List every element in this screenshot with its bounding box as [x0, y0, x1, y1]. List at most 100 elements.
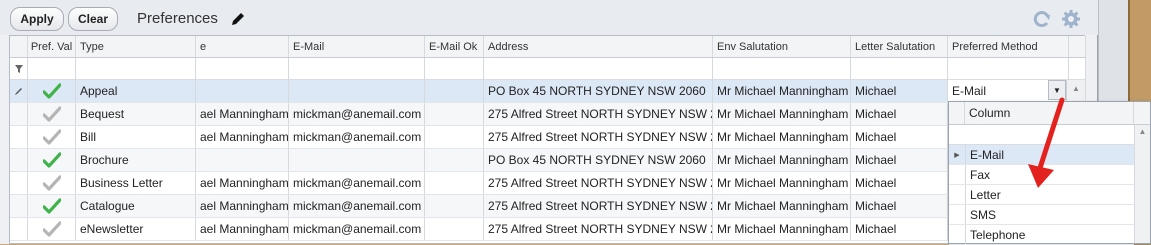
column-header-name[interactable]: e — [196, 36, 289, 57]
env-salutation-cell[interactable]: Mr Michael Manningham — [713, 103, 851, 125]
email-cell[interactable]: mickman@anemail.com — [289, 126, 425, 148]
pref-val-check-icon[interactable] — [28, 218, 76, 240]
row-indicator[interactable] — [10, 172, 28, 194]
column-header-address[interactable]: Address — [484, 36, 713, 57]
column-header-env-salutation[interactable]: Env Salutation — [713, 36, 851, 57]
email-ok-cell[interactable] — [425, 195, 484, 217]
column-header-pref-val[interactable]: Pref. Val — [28, 36, 76, 57]
type-cell[interactable]: Business Letter — [76, 172, 196, 194]
column-header-type[interactable]: Type — [76, 36, 196, 57]
email-cell[interactable] — [289, 149, 425, 171]
filter-cell[interactable] — [196, 58, 289, 79]
filter-cell[interactable] — [76, 58, 196, 79]
env-salutation-cell[interactable]: Mr Michael Manningham — [713, 80, 851, 102]
name-cell[interactable]: ael Manningham — [196, 126, 289, 148]
table-row[interactable]: eNewsletter ael Manningham mickman@anemail… — [10, 218, 1086, 241]
table-row[interactable]: Catalogue ael Manningham mickman@anemail.c… — [10, 195, 1086, 218]
dropdown-scrollbar[interactable]: ▲ — [1134, 125, 1150, 243]
email-ok-cell[interactable] — [425, 103, 484, 125]
type-cell[interactable]: Bequest — [76, 103, 196, 125]
row-indicator[interactable] — [10, 126, 28, 148]
apply-button[interactable]: Apply — [10, 7, 64, 31]
address-cell[interactable]: 275 Alfred Street NORTH SYDNEY NSW 2060 — [484, 218, 713, 240]
type-cell[interactable]: eNewsletter — [76, 218, 196, 240]
env-salutation-cell[interactable]: Mr Michael Manningham — [713, 172, 851, 194]
address-cell[interactable]: 275 Alfred Street NORTH SYDNEY NSW 2060 — [484, 172, 713, 194]
email-ok-cell[interactable] — [425, 80, 484, 102]
column-header-email-ok[interactable]: E-Mail Ok — [425, 36, 484, 57]
column-header-letter-salutation[interactable]: Letter Salutation — [851, 36, 948, 57]
letter-salutation-cell[interactable]: Michael — [851, 149, 948, 171]
filter-cell[interactable] — [425, 58, 484, 79]
filter-cell[interactable] — [484, 58, 713, 79]
email-ok-cell[interactable] — [425, 218, 484, 240]
email-cell[interactable]: mickman@anemail.com — [289, 195, 425, 217]
filter-cell[interactable] — [851, 58, 948, 79]
email-cell[interactable]: mickman@anemail.com — [289, 218, 425, 240]
type-cell[interactable]: Bill — [76, 126, 196, 148]
type-cell[interactable]: Brochure — [76, 149, 196, 171]
row-indicator[interactable] — [10, 103, 28, 125]
table-row[interactable]: Bill ael Manningham mickman@anemail.com 275… — [10, 126, 1086, 149]
pref-val-check-icon[interactable] — [28, 149, 76, 171]
dropdown-scroll-up-icon[interactable]: ▲ — [1135, 127, 1150, 136]
address-cell[interactable]: PO Box 45 NORTH SYDNEY NSW 2060 — [484, 149, 713, 171]
env-salutation-cell[interactable]: Mr Michael Manningham — [713, 218, 851, 240]
table-row[interactable]: Business Letter ael Manningham mickman@ane… — [10, 172, 1086, 195]
filter-cell[interactable] — [28, 58, 76, 79]
email-cell[interactable] — [289, 80, 425, 102]
name-cell[interactable] — [196, 80, 289, 102]
table-row[interactable]: Brochure PO Box 45 NORTH SYDNEY NSW 2060 M… — [10, 149, 1086, 172]
clear-button[interactable]: Clear — [68, 7, 118, 31]
name-cell[interactable]: ael Manningham — [196, 195, 289, 217]
pref-val-check-icon[interactable] — [28, 126, 76, 148]
pref-val-check-icon[interactable] — [28, 195, 76, 217]
pref-val-check-icon[interactable] — [28, 103, 76, 125]
env-salutation-cell[interactable]: Mr Michael Manningham — [713, 126, 851, 148]
gear-icon[interactable] — [1061, 9, 1081, 29]
table-row[interactable]: Appeal PO Box 45 NORTH SYDNEY NSW 2060 Mr … — [10, 80, 1086, 103]
refresh-icon[interactable] — [1032, 9, 1052, 29]
column-header-preferred-method[interactable]: Preferred Method — [948, 36, 1069, 57]
letter-salutation-cell[interactable]: Michael — [851, 218, 948, 240]
email-ok-cell[interactable] — [425, 172, 484, 194]
name-cell[interactable]: ael Manningham — [196, 218, 289, 240]
dropdown-option[interactable]: SMS — [949, 205, 1134, 225]
row-indicator[interactable] — [10, 195, 28, 217]
row-indicator[interactable] — [10, 149, 28, 171]
letter-salutation-cell[interactable]: Michael — [851, 172, 948, 194]
dropdown-option[interactable]: Telephone — [949, 225, 1134, 245]
letter-salutation-cell[interactable]: Michael — [851, 126, 948, 148]
address-cell[interactable]: 275 Alfred Street NORTH SYDNEY NSW 2060 — [484, 195, 713, 217]
name-cell[interactable]: ael Manningham — [196, 103, 289, 125]
email-ok-cell[interactable] — [425, 149, 484, 171]
filter-row[interactable] — [10, 58, 1086, 80]
row-indicator[interactable] — [10, 218, 28, 240]
type-cell[interactable]: Catalogue — [76, 195, 196, 217]
row-edit-indicator-icon[interactable] — [10, 80, 28, 102]
type-cell[interactable]: Appeal — [76, 80, 196, 102]
filter-cell[interactable] — [289, 58, 425, 79]
pref-val-check-icon[interactable] — [28, 172, 76, 194]
name-cell[interactable] — [196, 149, 289, 171]
email-cell[interactable]: mickman@anemail.com — [289, 172, 425, 194]
env-salutation-cell[interactable]: Mr Michael Manningham — [713, 195, 851, 217]
scroll-up-icon[interactable]: ▲ — [1067, 84, 1085, 93]
address-cell[interactable]: PO Box 45 NORTH SYDNEY NSW 2060 — [484, 80, 713, 102]
letter-salutation-cell[interactable]: Michael — [851, 103, 948, 125]
address-cell[interactable]: 275 Alfred Street NORTH SYDNEY NSW 2060 — [484, 126, 713, 148]
filter-cell[interactable] — [713, 58, 851, 79]
email-ok-cell[interactable] — [425, 126, 484, 148]
filter-cell[interactable] — [948, 58, 1069, 79]
filter-icon[interactable] — [10, 58, 28, 79]
table-row[interactable]: Bequest ael Manningham mickman@anemail.com… — [10, 103, 1086, 126]
edit-pencil-icon[interactable] — [230, 11, 246, 27]
env-salutation-cell[interactable]: Mr Michael Manningham — [713, 149, 851, 171]
email-cell[interactable]: mickman@anemail.com — [289, 103, 425, 125]
column-header-email[interactable]: E-Mail — [289, 36, 425, 57]
address-cell[interactable]: 275 Alfred Street NORTH SYDNEY NSW 2060 — [484, 103, 713, 125]
name-cell[interactable]: ael Manningham — [196, 172, 289, 194]
pref-val-check-icon[interactable] — [28, 80, 76, 102]
letter-salutation-cell[interactable]: Michael — [851, 80, 948, 102]
letter-salutation-cell[interactable]: Michael — [851, 195, 948, 217]
